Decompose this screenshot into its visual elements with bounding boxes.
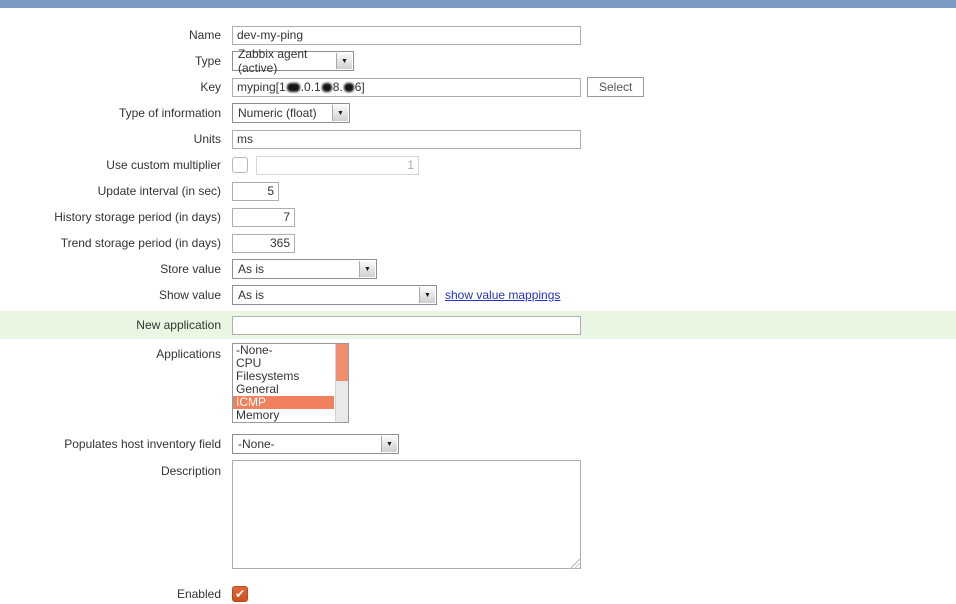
chevron-down-icon: ▼ — [336, 53, 352, 69]
type-select-value: Zabbix agent (active) — [238, 47, 308, 75]
chevron-down-icon: ▼ — [381, 436, 397, 452]
row-key: Key myping[1 .0.1 8. 6] Select — [0, 77, 956, 97]
row-show-value: Show value As is ▼ show value mappings — [0, 285, 956, 305]
units-input[interactable] — [232, 129, 581, 149]
show-value-mappings-link[interactable]: show value mappings — [445, 288, 560, 302]
key-value-part4: 6] — [354, 80, 365, 94]
update-interval-input[interactable] — [232, 181, 279, 201]
description-label: Description — [160, 464, 221, 478]
chevron-down-icon: ▼ — [332, 105, 348, 121]
row-store-value: Store value As is ▼ — [0, 259, 956, 279]
custom-multiplier-label: Use custom multiplier — [106, 158, 221, 172]
trend-storage-input[interactable] — [232, 233, 295, 253]
key-value-part3: 8. — [332, 80, 343, 94]
applications-option-memory[interactable]: Memory — [233, 409, 348, 422]
enabled-checkbox[interactable]: ✔ — [232, 586, 248, 602]
row-inventory-field: Populates host inventory field -None- ▼ — [0, 434, 956, 454]
row-custom-multiplier: Use custom multiplier — [0, 155, 956, 175]
row-description: Description — [0, 460, 956, 572]
row-enabled: Enabled ✔ — [0, 584, 956, 604]
redaction-blob — [343, 82, 354, 92]
applications-label: Applications — [156, 347, 221, 361]
new-application-input[interactable] — [232, 315, 581, 335]
type-select[interactable]: Zabbix agent (active) ▼ — [232, 47, 354, 75]
inventory-field-select[interactable]: -None- ▼ — [232, 434, 399, 454]
trend-storage-label: Trend storage period (in days) — [60, 236, 221, 250]
name-input[interactable] — [232, 25, 581, 45]
row-history-storage: History storage period (in days) — [0, 207, 956, 227]
update-interval-label: Update interval (in sec) — [97, 184, 221, 198]
custom-multiplier-checkbox[interactable] — [232, 157, 248, 173]
applications-scrollbar-thumb[interactable] — [336, 344, 348, 382]
key-input[interactable]: myping[1 .0.1 8. 6] — [232, 77, 581, 97]
type-of-information-label: Type of information — [118, 106, 221, 120]
row-type: Type Zabbix agent (active) ▼ — [0, 47, 956, 75]
checkmark-icon: ✔ — [234, 587, 246, 601]
store-value-label: Store value — [160, 262, 221, 276]
applications-listbox[interactable]: -None- CPU Filesystems General ICMP Memo… — [232, 343, 349, 423]
custom-multiplier-input — [256, 155, 419, 175]
chevron-down-icon: ▼ — [359, 261, 375, 277]
description-textarea[interactable] — [232, 460, 581, 569]
redaction-blob — [321, 82, 332, 92]
name-label: Name — [188, 28, 221, 42]
store-value-select-value: As is — [238, 262, 265, 276]
row-applications: Applications -None- CPU Filesystems Gene… — [0, 343, 956, 423]
applications-scrollbar[interactable] — [335, 344, 348, 422]
row-type-of-information: Type of information Numeric (float) ▼ — [0, 103, 956, 123]
key-label: Key — [200, 80, 221, 94]
history-storage-label: History storage period (in days) — [54, 210, 221, 224]
row-trend-storage: Trend storage period (in days) — [0, 233, 956, 253]
row-units: Units — [0, 129, 956, 149]
redaction-blob — [286, 82, 300, 92]
key-value-part2: .0.1 — [300, 80, 321, 94]
store-value-select[interactable]: As is ▼ — [232, 259, 377, 279]
new-application-label: New application — [136, 318, 221, 332]
show-value-label: Show value — [158, 288, 221, 302]
type-label: Type — [194, 54, 221, 68]
row-update-interval: Update interval (in sec) — [0, 181, 956, 201]
row-name: Name — [0, 25, 956, 45]
item-config-form: Name Type Zabbix agent (active) ▼ Key my… — [0, 8, 956, 604]
top-accent-bar — [0, 0, 956, 8]
history-storage-input[interactable] — [232, 207, 295, 227]
chevron-down-icon: ▼ — [419, 287, 435, 303]
inventory-field-select-value: -None- — [238, 437, 275, 451]
key-select-button[interactable]: Select — [587, 77, 645, 97]
type-of-information-select-value: Numeric (float) — [238, 106, 317, 120]
new-application-stripe: New application — [0, 311, 956, 339]
units-label: Units — [193, 132, 221, 146]
type-of-information-select[interactable]: Numeric (float) ▼ — [232, 103, 350, 123]
show-value-select[interactable]: As is ▼ — [232, 285, 437, 305]
inventory-field-label: Populates host inventory field — [64, 437, 221, 451]
enabled-label: Enabled — [176, 587, 221, 601]
key-value-part1: myping[1 — [237, 80, 286, 94]
row-new-application: New application — [0, 315, 956, 335]
show-value-select-value: As is — [238, 288, 265, 302]
